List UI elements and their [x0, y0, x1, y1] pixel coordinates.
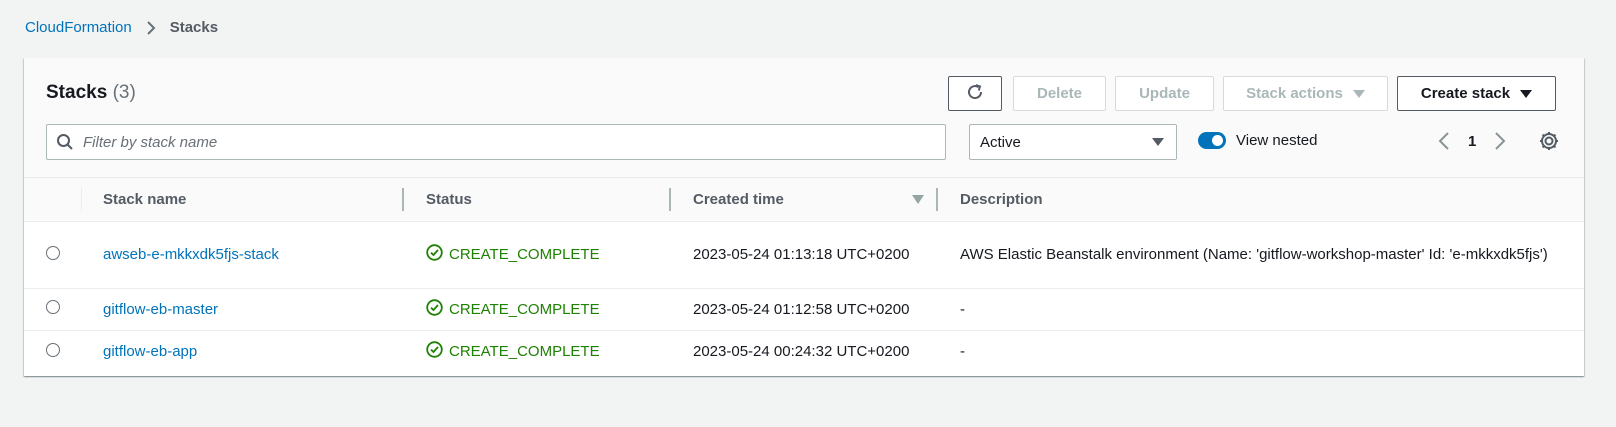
- search-field[interactable]: [46, 124, 946, 160]
- create-stack-button[interactable]: Create stack: [1397, 76, 1556, 111]
- stack-actions-label: Stack actions: [1246, 85, 1343, 102]
- pagination: 1: [1434, 128, 1510, 154]
- refresh-icon: [965, 82, 985, 106]
- stacks-panel: Stacks (3) Delete Update Stack actions C…: [24, 58, 1584, 376]
- created-time-cell: 2023-05-24 01:13:18 UTC+0200: [671, 221, 938, 289]
- search-input[interactable]: [83, 133, 933, 151]
- column-header-created-time[interactable]: Created time: [671, 178, 938, 221]
- breadcrumb-current: Stacks: [169, 19, 219, 36]
- description-cell: -: [938, 288, 1584, 331]
- status-badge: CREATE_COMPLETE: [426, 244, 600, 265]
- gear-icon[interactable]: [1536, 128, 1562, 154]
- prev-page-button[interactable]: [1434, 128, 1454, 154]
- created-time-cell: 2023-05-24 01:12:58 UTC+0200: [671, 288, 938, 331]
- next-page-button[interactable]: [1490, 128, 1510, 154]
- stack-name-cell: gitflow-eb-master: [81, 288, 404, 331]
- stacks-table: Stack name Status Created time Descripti…: [24, 178, 1584, 373]
- column-label: Description: [960, 190, 1043, 208]
- stack-actions-button[interactable]: Stack actions: [1223, 76, 1388, 111]
- caret-down-icon: [1352, 89, 1365, 98]
- stack-name-link[interactable]: awseb-e-mkkxdk5fjs-stack: [103, 246, 279, 263]
- table-row[interactable]: gitflow-eb-master CREATE_COMPLETE 2023-0…: [24, 288, 1584, 331]
- column-label: Created time: [693, 190, 784, 208]
- caret-down-icon: [1520, 89, 1533, 98]
- breadcrumb-cloudformation-link[interactable]: CloudFormation: [25, 19, 132, 36]
- status-cell: CREATE_COMPLETE: [404, 330, 671, 373]
- stacks-count: (3): [112, 82, 136, 103]
- description-cell: -: [960, 343, 965, 361]
- status-cell: CREATE_COMPLETE: [404, 288, 671, 331]
- stack-name-link[interactable]: gitflow-eb-master: [103, 301, 218, 318]
- check-circle-icon: [426, 298, 443, 320]
- table-row[interactable]: gitflow-eb-app CREATE_COMPLETE 2023-05-2…: [24, 330, 1584, 373]
- view-nested-toggle[interactable]: [1198, 132, 1226, 149]
- description-cell: AWS Elastic Beanstalk environment (Name:…: [938, 221, 1584, 289]
- status-badge: CREATE_COMPLETE: [426, 341, 600, 362]
- row-select-cell: [24, 330, 81, 373]
- status-cell: CREATE_COMPLETE: [404, 221, 671, 289]
- create-stack-label: Create stack: [1420, 85, 1511, 102]
- stacks-title: Stacks: [46, 82, 108, 103]
- status-filter-select[interactable]: Active: [969, 124, 1177, 160]
- status-text: CREATE_COMPLETE: [449, 343, 600, 361]
- column-header-stack-name[interactable]: Stack name: [81, 178, 404, 221]
- stack-name-link[interactable]: gitflow-eb-app: [103, 343, 197, 360]
- search-icon: [47, 133, 83, 151]
- breadcrumb: CloudFormation Stacks: [25, 19, 218, 36]
- chevron-right-icon: [144, 20, 158, 35]
- column-label: Stack name: [103, 190, 187, 208]
- page-title: Stacks (3): [46, 82, 136, 104]
- caret-down-icon: [1152, 138, 1164, 146]
- check-circle-icon: [426, 341, 443, 362]
- page-number[interactable]: 1: [1468, 133, 1476, 150]
- table-row[interactable]: awseb-e-mkkxdk5fjs-stack CREATE_COMPLETE…: [24, 221, 1584, 289]
- status-badge: CREATE_COMPLETE: [426, 298, 600, 320]
- view-nested-label: View nested: [1236, 132, 1318, 149]
- stack-name-cell: awseb-e-mkkxdk5fjs-stack: [81, 221, 404, 289]
- check-circle-icon: [426, 244, 443, 265]
- row-radio[interactable]: [45, 300, 60, 314]
- refresh-button[interactable]: [948, 76, 1002, 111]
- stack-name-cell: gitflow-eb-app: [81, 330, 404, 373]
- panel-header: Stacks (3) Delete Update Stack actions C…: [24, 58, 1584, 178]
- delete-button[interactable]: Delete: [1013, 76, 1106, 111]
- column-label: Status: [426, 190, 472, 208]
- view-nested-toggle-group[interactable]: View nested: [1198, 132, 1317, 149]
- created-time-cell: 2023-05-24 00:24:32 UTC+0200: [693, 343, 910, 361]
- select-column-header: [24, 178, 82, 221]
- sort-descending-icon: [912, 195, 924, 204]
- status-filter-value: Active: [980, 133, 1021, 151]
- column-header-status[interactable]: Status: [404, 178, 671, 221]
- column-header-description[interactable]: Description: [938, 178, 1584, 221]
- row-select-cell: [24, 288, 81, 331]
- row-select-cell: [24, 221, 81, 289]
- status-text: CREATE_COMPLETE: [449, 300, 600, 318]
- update-button[interactable]: Update: [1115, 76, 1214, 111]
- status-text: CREATE_COMPLETE: [449, 246, 600, 263]
- row-radio[interactable]: [45, 245, 60, 260]
- row-radio[interactable]: [45, 342, 60, 357]
- table-header-row: Stack name Status Created time Descripti…: [24, 178, 1584, 221]
